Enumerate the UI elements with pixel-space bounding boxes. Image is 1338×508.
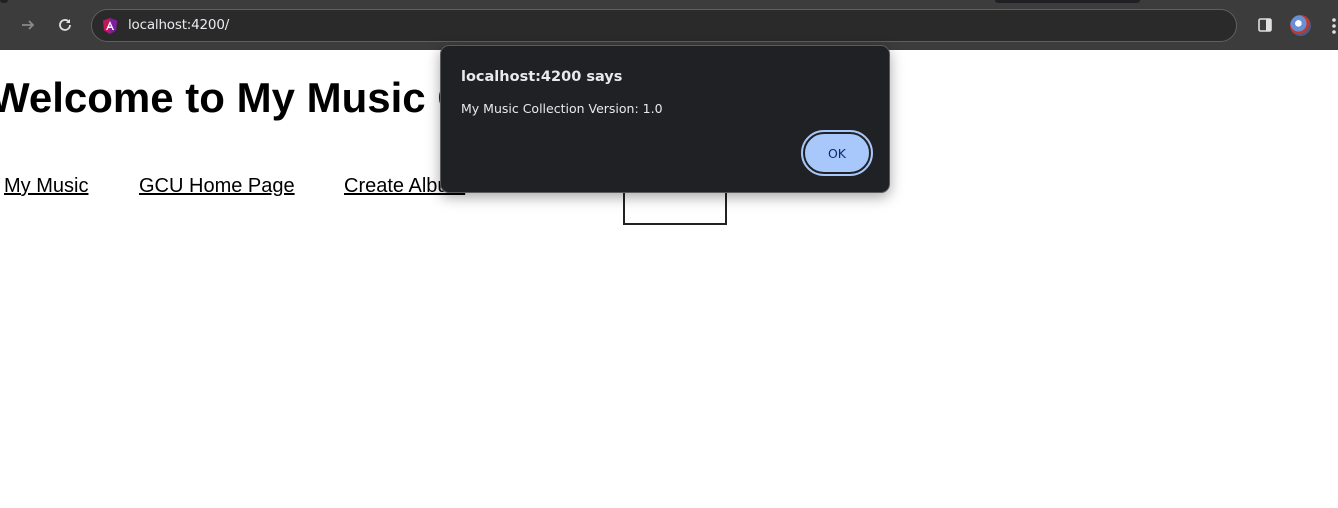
angular-favicon-icon	[101, 17, 119, 35]
ok-button[interactable]: OK	[801, 130, 873, 176]
nav-link-gcu-home-page[interactable]: GCU Home Page	[139, 175, 295, 198]
side-panel-icon[interactable]	[1253, 13, 1277, 37]
alert-dialog: localhost:4200 says My Music Collection …	[440, 45, 890, 193]
nav-link-my-music[interactable]: My Music	[4, 175, 88, 198]
browser-toolbar: localhost:4200/	[0, 0, 1338, 50]
address-bar[interactable]: localhost:4200/	[91, 9, 1237, 42]
dialog-title: localhost:4200 says	[461, 69, 623, 85]
profile-avatar[interactable]	[1290, 15, 1311, 36]
reload-icon[interactable]	[53, 13, 77, 37]
forward-arrow-icon[interactable]	[16, 13, 40, 37]
kebab-menu-icon[interactable]	[1330, 17, 1338, 35]
dialog-message: My Music Collection Version: 1.0	[461, 101, 663, 116]
tabstrip-edge	[0, 0, 8, 3]
url-text: localhost:4200/	[128, 17, 230, 33]
tabstrip-edge	[995, 0, 1140, 3]
